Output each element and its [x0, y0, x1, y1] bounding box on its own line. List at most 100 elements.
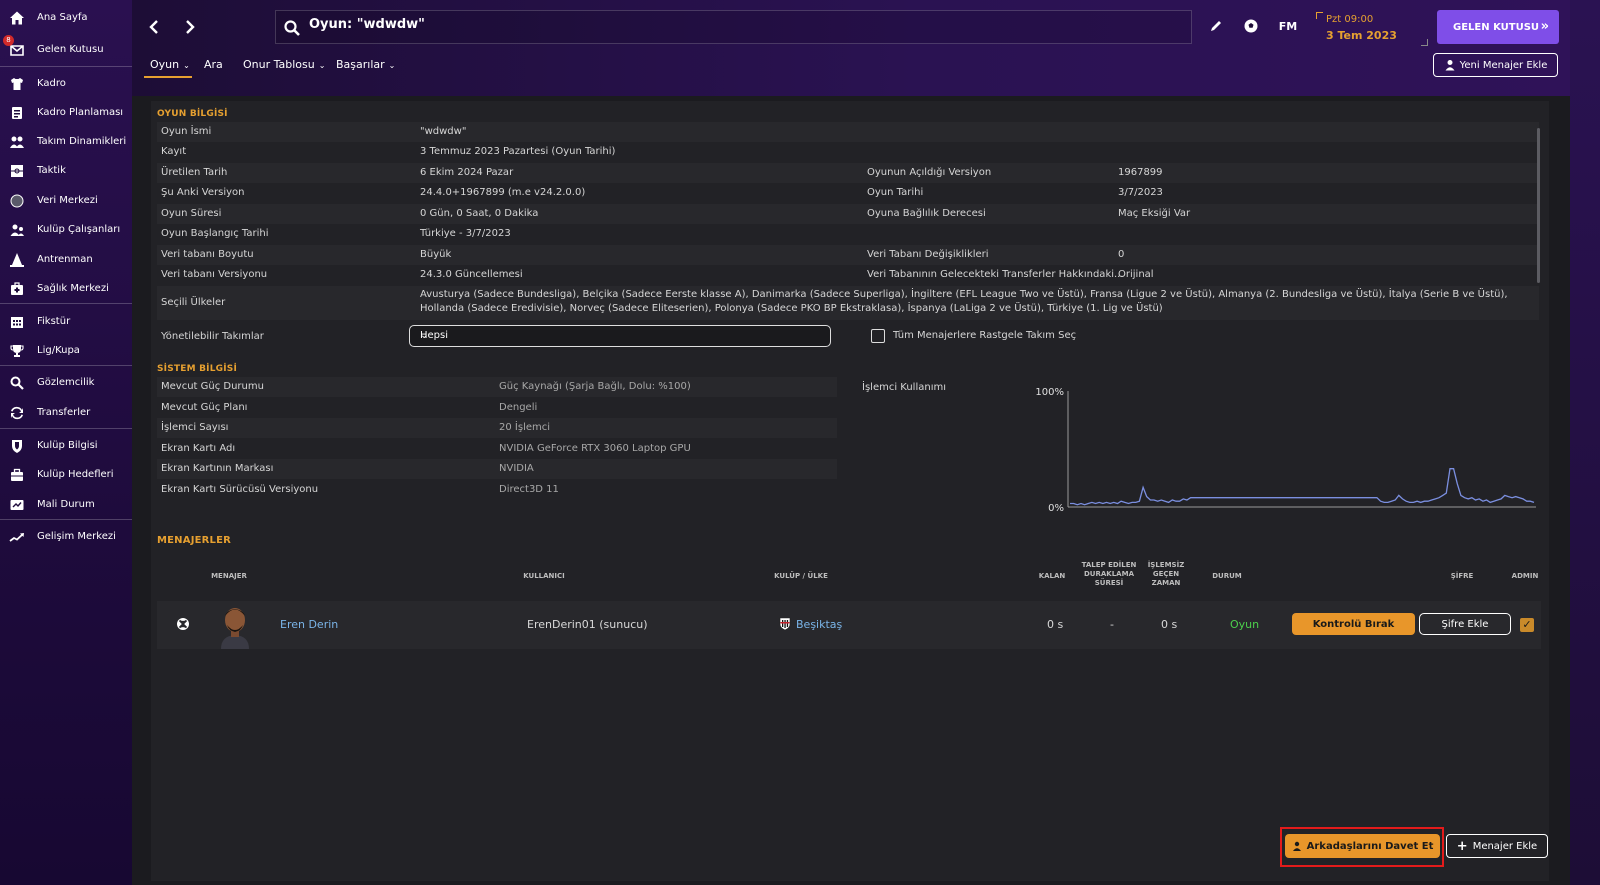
selected-countries-value: Avusturya (Sadece Bundesliga), Belçika (…	[420, 289, 1508, 314]
tab-hall-of-fame[interactable]: Onur Tablosu ⌄	[243, 58, 325, 71]
sidebar-item-staff[interactable]: Kulüp Çalışanları	[0, 218, 132, 242]
club-link[interactable]: Beşiktaş	[796, 618, 842, 631]
system-value: NVIDIA GeForce RTX 3060 Laptop GPU	[499, 443, 691, 454]
chevron-down-icon: ⌄	[183, 61, 190, 70]
sidebar-item-schedule[interactable]: Fikstür	[0, 310, 132, 334]
info-key: Oyunun Açıldığı Versiyon	[867, 167, 992, 178]
info-key: Veri Tabanının Gelecekteki Transferler H…	[867, 269, 1124, 280]
fm-logo[interactable]: FM	[1277, 16, 1299, 36]
sidebar-item-finances[interactable]: Mali Durum	[0, 493, 132, 517]
top-bar: Oyun: "wdwdw" FM Pzt 09:00 3 Tem 2023 GE…	[132, 0, 1570, 96]
cpu-usage-label: İşlemci Kullanımı	[862, 382, 947, 393]
sidebar-divider	[0, 66, 132, 67]
system-key: Ekran Kartı Adı	[161, 443, 236, 454]
sidebar-item-label: Veri Merkezi	[37, 195, 98, 206]
system-value: Güç Kaynağı (Şarja Bağlı, Dolu: %100)	[499, 381, 691, 392]
tab-label: Ara	[204, 58, 223, 71]
tab-achievements[interactable]: Başarılar ⌄	[336, 58, 395, 71]
sidebar-item-home[interactable]: Ana Sayfa	[0, 6, 132, 30]
transfers-arrows-icon	[9, 405, 25, 421]
random-team-checkbox[interactable]	[871, 329, 885, 343]
sidebar-item-label: Antrenman	[37, 254, 93, 265]
sidebar-divider	[0, 365, 132, 366]
system-row: Ekran Kartı Adı NVIDIA GeForce RTX 3060 …	[157, 439, 837, 459]
football-icon	[1244, 19, 1258, 33]
sidebar-item-development-centre[interactable]: Gelişim Merkezi	[0, 525, 132, 549]
sidebar-item-label: Transferler	[37, 407, 91, 418]
inbox-count-badge: 8	[3, 35, 14, 46]
system-key: Mevcut Güç Durumu	[161, 381, 264, 392]
sidebar-item-transfers[interactable]: Transferler	[0, 401, 132, 425]
status-badge: Oyun	[1230, 618, 1260, 631]
scouting-magnifier-icon	[9, 375, 25, 391]
pause-time: -	[1110, 618, 1114, 631]
manageable-teams-select[interactable]: Hepsi ⌄	[409, 325, 831, 347]
calendar-icon	[9, 314, 25, 330]
tab-search[interactable]: Ara	[204, 58, 223, 71]
forward-button[interactable]	[177, 14, 203, 40]
plus-icon: +	[1456, 838, 1468, 854]
system-key: Mevcut Güç Planı	[161, 402, 248, 413]
idle-time: 0 s	[1161, 618, 1178, 631]
sidebar-item-club-vision[interactable]: Kulüp Hedefleri	[0, 463, 132, 487]
info-value: 3/7/2023	[1118, 187, 1163, 198]
info-row: Üretilen Tarih 6 Ekim 2024 Pazar Oyunun …	[157, 163, 1539, 183]
team-dynamics-icon	[9, 134, 25, 150]
add-password-button[interactable]: Şifre Ekle	[1419, 613, 1511, 635]
content-panel: OYUN BİLGİSİ Oyun İsmi "wdwdw" Kayıt 3 T…	[151, 101, 1549, 881]
corner-mark	[1316, 12, 1323, 19]
info-scrollbar[interactable]	[1537, 128, 1540, 283]
info-key: Oyuna Bağlılık Derecesi	[867, 208, 986, 219]
chevron-down-icon: ⌄	[318, 61, 326, 70]
sidebar-item-label: Taktik	[37, 165, 66, 176]
sidebar-item-label: Ana Sayfa	[37, 12, 88, 23]
game-status-button[interactable]	[1241, 16, 1261, 36]
add-person-icon	[1445, 60, 1455, 71]
release-control-button[interactable]: Kontrolü Bırak	[1292, 613, 1415, 635]
chevron-left-icon	[149, 20, 158, 34]
info-key: Veri tabanı Versiyonu	[161, 269, 268, 280]
search-bar[interactable]: Oyun: "wdwdw"	[275, 10, 1192, 44]
squad-planner-icon	[9, 105, 25, 121]
new-manager-button[interactable]: Yeni Menajer Ekle	[1433, 53, 1558, 77]
sidebar-item-label: Gözlemcilik	[37, 377, 95, 388]
sidebar-item-data-hub[interactable]: Veri Merkezi	[0, 189, 132, 213]
column-header-user: KULLANICI	[523, 572, 565, 580]
sidebar-item-competitions[interactable]: Lig/Kupa	[0, 339, 132, 363]
info-row-teams: Yönetilebilir Takımlar	[157, 324, 1539, 350]
system-key: Ekran Kartı Sürücüsü Versiyonu	[161, 484, 319, 495]
invite-friends-button[interactable]: Arkadaşlarını Davet Et	[1285, 834, 1440, 858]
finances-icon	[9, 497, 25, 513]
admin-checkbox[interactable]: ✓	[1520, 618, 1534, 632]
sidebar-item-medical[interactable]: Sağlık Merkezi	[0, 277, 132, 301]
sidebar-item-label: Fikstür	[37, 316, 71, 327]
sidebar-item-club-info[interactable]: Kulüp Bilgisi	[0, 434, 132, 458]
edit-button[interactable]	[1206, 16, 1226, 36]
sidebar-item-tactics[interactable]: Taktik	[0, 159, 132, 183]
add-manager-label: Menajer Ekle	[1472, 840, 1538, 852]
sidebar-item-scouting[interactable]: Gözlemcilik	[0, 371, 132, 395]
inbox-continue-button[interactable]: GELEN KUTUSU »	[1437, 10, 1559, 44]
back-button[interactable]	[141, 14, 167, 40]
info-row: Veri tabanı Boyutu Büyük Veri Tabanı Değ…	[157, 245, 1539, 265]
sidebar-item-inbox[interactable]: 8 Gelen Kutusu	[0, 35, 132, 62]
data-hub-icon	[9, 193, 25, 209]
table-row[interactable]: Eren Derin ErenDerin01 (sunucu) Beşiktaş…	[157, 601, 1541, 649]
sidebar-item-squad-planner[interactable]: Kadro Planlaması	[0, 101, 132, 125]
sidebar-item-squad[interactable]: Kadro	[0, 72, 132, 96]
system-value: NVIDIA	[499, 463, 534, 474]
manager-name-link[interactable]: Eren Derin	[280, 618, 338, 631]
avatar	[221, 608, 249, 649]
chevron-down-icon: ⌄	[388, 61, 396, 70]
sidebar-item-training[interactable]: Antrenman	[0, 248, 132, 272]
info-row: Veri tabanı Versiyonu 24.3.0 Güncellemes…	[157, 265, 1539, 285]
tab-game[interactable]: Oyun ⌄	[150, 58, 190, 71]
add-manager-button[interactable]: + Menajer Ekle	[1446, 834, 1548, 858]
sidebar-item-label: Kulüp Bilgisi	[37, 440, 98, 451]
sidebar-item-label: Kadro	[37, 78, 66, 89]
info-row: Oyun İsmi "wdwdw"	[157, 122, 1539, 142]
continue-date-box[interactable]: Pzt 09:00 3 Tem 2023	[1316, 12, 1428, 46]
info-value: 24.3.0 Güncellemesi	[420, 269, 523, 280]
sidebar-item-team-dynamics[interactable]: Takım Dinamikleri	[0, 130, 132, 154]
column-header-admin: ADMIN	[1511, 572, 1539, 580]
